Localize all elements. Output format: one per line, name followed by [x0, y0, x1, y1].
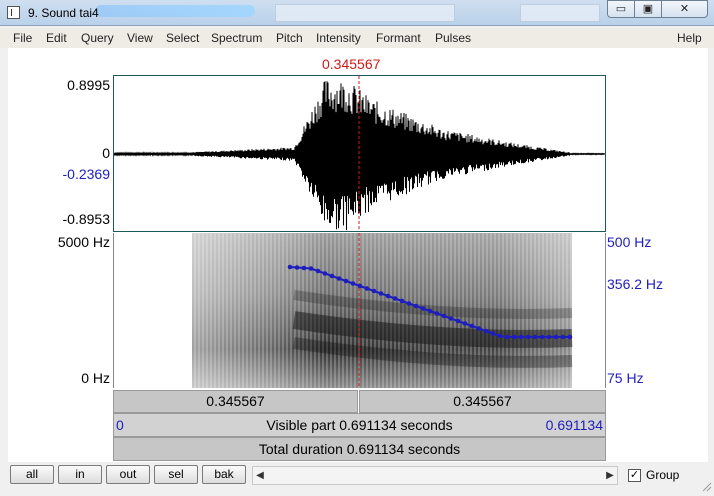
cursor-time-label: 0.345567	[322, 56, 381, 72]
pitch-point	[322, 271, 328, 276]
horizontal-scrollbar[interactable]: ◀ ▶	[252, 466, 618, 485]
scroll-left-icon[interactable]: ◀	[253, 467, 267, 484]
pitch-point	[294, 265, 300, 270]
visible-part-label: Visible part 0.691134 seconds	[266, 417, 453, 433]
time-segment-right[interactable]: 0.345567	[359, 390, 606, 413]
spectrogram-bottom-freq-label: 0 Hz	[81, 370, 110, 386]
bottom-toolbar: all in out sel bak ◀ ▶ ✓ Group	[0, 462, 714, 496]
pitch-point	[385, 293, 391, 299]
pitch-point	[399, 298, 405, 304]
menu-pitch[interactable]: Pitch	[276, 31, 303, 45]
scroll-right-icon[interactable]: ▶	[603, 467, 617, 484]
visible-end-label: 0.691134	[545, 417, 603, 433]
close-button[interactable]: ✕	[661, 0, 708, 18]
menu-formant[interactable]: Formant	[376, 31, 421, 45]
pitch-point	[455, 318, 461, 324]
pitch-point	[567, 334, 573, 340]
pitch-point	[336, 276, 342, 281]
pitch-point	[497, 333, 503, 339]
pitch-point	[518, 334, 524, 340]
pitch-point	[539, 334, 545, 340]
resize-grip-icon[interactable]	[700, 480, 712, 492]
pitch-point	[511, 334, 517, 340]
pitch-point	[329, 273, 335, 279]
pitch-point	[364, 286, 370, 291]
pitch-point	[406, 301, 412, 306]
menu-file[interactable]: File	[13, 31, 32, 45]
pitch-point	[357, 283, 363, 289]
checkmark-icon: ✓	[629, 469, 640, 481]
waveform-cursor-value-label: -0.2369	[62, 166, 110, 182]
pitch-point	[308, 266, 314, 271]
pitch-point	[378, 291, 384, 296]
maximize-icon: ▣	[642, 3, 654, 15]
app-icon	[7, 6, 20, 19]
zoom-all-button[interactable]: all	[10, 465, 54, 484]
pitch-point	[525, 334, 531, 340]
pitch-point	[287, 264, 293, 270]
pitch-point	[476, 326, 482, 331]
pitch-point	[462, 321, 468, 326]
waveform-zero-label: 0	[102, 145, 110, 161]
pitch-point	[392, 296, 398, 301]
window-title: 9. Sound tai4	[28, 6, 99, 20]
menu-spectrum[interactable]: Spectrum	[211, 31, 262, 45]
waveform-max-label: 0.8995	[67, 77, 110, 93]
waveform-plot	[114, 76, 605, 231]
pitch-point	[560, 334, 566, 340]
pitch-point	[301, 265, 307, 271]
pitch-point	[490, 331, 496, 336]
waveform-panel[interactable]	[113, 75, 606, 232]
pitch-bottom-label: 75 Hz	[607, 370, 644, 386]
pitch-point	[504, 334, 510, 340]
pitch-point	[413, 303, 419, 309]
group-checkbox-label: Group	[646, 468, 680, 482]
menu-select[interactable]: Select	[166, 31, 199, 45]
pitch-current-label: 356.2 Hz	[607, 276, 664, 292]
spectrogram-top-freq-label: 5000 Hz	[57, 234, 110, 250]
background-window-ghost	[520, 4, 600, 22]
menu-pulses[interactable]: Pulses	[435, 31, 471, 45]
menu-view[interactable]: View	[127, 31, 153, 45]
time-segment-left[interactable]: 0.345567	[113, 390, 358, 413]
group-checkbox[interactable]: ✓	[628, 469, 641, 482]
menu-edit[interactable]: Edit	[46, 31, 67, 45]
pitch-point	[469, 323, 475, 329]
pitch-point	[434, 311, 440, 316]
menu-bar: File Edit Query View Select Spectrum Pit…	[0, 28, 714, 48]
spectrogram-panel[interactable]	[113, 233, 606, 388]
waveform-min-label: -0.8953	[62, 211, 110, 227]
title-bar: 9. Sound tai4 ▭ ▣ ✕	[0, 0, 714, 26]
zoom-in-button[interactable]: in	[58, 465, 102, 484]
close-icon: ✕	[679, 3, 690, 15]
minimize-icon: ▭	[615, 3, 627, 15]
background-window-ghost	[275, 4, 455, 22]
pitch-point	[483, 328, 489, 334]
zoom-selection-button[interactable]: sel	[154, 465, 198, 484]
pitch-point	[315, 268, 321, 274]
menu-intensity[interactable]: Intensity	[316, 31, 361, 45]
pitch-point	[371, 288, 377, 294]
total-duration-bar[interactable]: Total duration 0.691134 seconds	[113, 437, 606, 461]
menu-help[interactable]: Help	[677, 31, 702, 45]
menu-query[interactable]: Query	[81, 31, 114, 45]
title-glow	[95, 5, 255, 17]
pitch-point	[441, 313, 447, 319]
zoom-back-button[interactable]: bak	[202, 465, 246, 484]
pitch-point	[343, 278, 349, 284]
pitch-point	[420, 306, 426, 311]
visible-part-bar[interactable]: 0 Visible part 0.691134 seconds 0.691134	[113, 413, 606, 437]
pitch-point	[546, 334, 552, 340]
pitch-point	[350, 281, 356, 286]
pitch-point	[448, 316, 454, 321]
pitch-point	[532, 334, 538, 340]
pitch-point	[427, 308, 433, 314]
maximize-button[interactable]: ▣	[634, 0, 662, 18]
pitch-top-label: 500 Hz	[607, 234, 652, 250]
spectrogram-plot	[192, 233, 573, 388]
pitch-point	[553, 334, 559, 340]
minimize-button[interactable]: ▭	[607, 0, 635, 18]
zoom-out-button[interactable]: out	[106, 465, 150, 484]
